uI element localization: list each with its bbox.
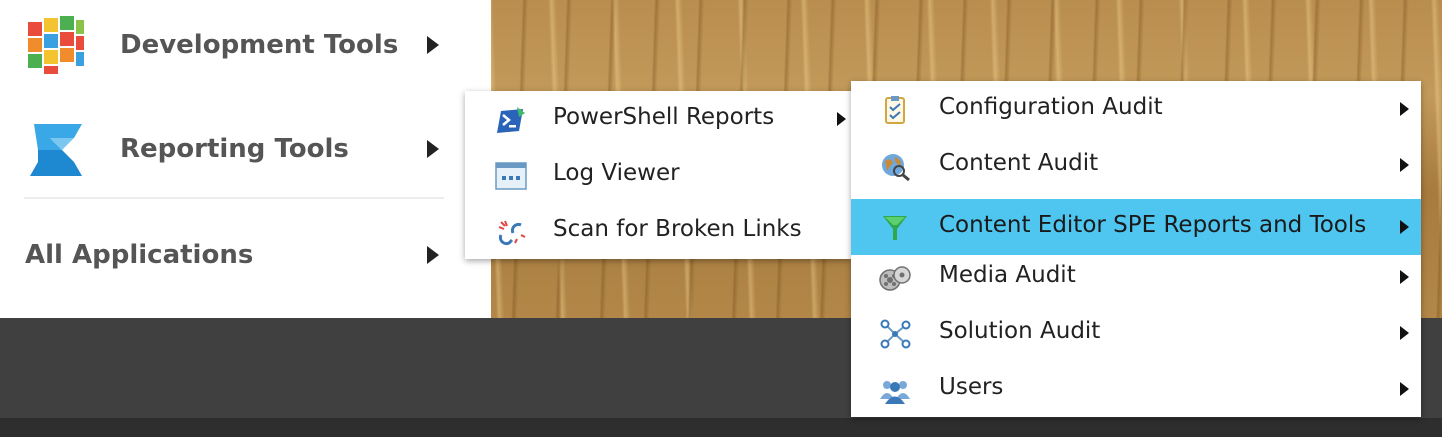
submenu-arrow-icon (837, 112, 846, 126)
menu-item-label: Development Tools (120, 30, 399, 60)
submenu-item-configuration-audit[interactable]: Configuration Audit (851, 81, 1421, 137)
menu-item-label: All Applications (25, 240, 254, 270)
submenu-arrow-icon (427, 140, 439, 158)
menu-item-reporting-tools[interactable]: Reporting Tools (0, 99, 491, 199)
menu-item-development-tools[interactable]: Development Tools (0, 0, 491, 95)
menu-divider (24, 197, 444, 199)
submenu-arrow-icon (1400, 158, 1409, 172)
submenu-item-label: Users (939, 374, 1004, 400)
submenu-item-label: Content Audit (939, 150, 1099, 176)
submenu-item-powershell-reports[interactable]: PowerShell Reports (465, 91, 851, 147)
globe-search-icon (882, 154, 910, 181)
submenu-item-label: Content Editor SPE Reports and Tools (939, 212, 1367, 238)
submenu-arrow-icon (1400, 220, 1409, 234)
powershell-icon (497, 107, 525, 133)
submenu-arrow-icon (1400, 382, 1409, 396)
reporting-tools-icon (30, 124, 82, 176)
funnel-icon (883, 216, 907, 240)
submenu-item-users[interactable]: Users (851, 361, 1421, 417)
submenu-arrow-icon (1400, 270, 1409, 284)
taskbar-bottom-strip (0, 418, 1442, 437)
film-reels-icon (879, 266, 911, 291)
submenu-item-scan-broken-links[interactable]: Scan for Broken Links (465, 203, 851, 259)
development-tools-cube-icon (28, 16, 84, 74)
submenu-item-label: Media Audit (939, 262, 1076, 288)
menu-item-all-applications[interactable]: All Applications (0, 205, 491, 305)
submenu-item-content-editor-spe-reports[interactable]: Content Editor SPE Reports and Tools (851, 199, 1421, 255)
submenu-arrow-icon (427, 246, 439, 264)
network-nodes-icon (880, 319, 911, 349)
users-group-icon (880, 381, 910, 404)
submenu-arrow-icon (427, 36, 439, 54)
log-viewer-icon (495, 162, 527, 190)
submenu-item-label: Log Viewer (553, 160, 680, 186)
start-menu-panel: Development Tools Reporting Tools All Ap… (0, 0, 491, 318)
reporting-tools-submenu: PowerShell Reports Log Viewer Scan for B… (465, 91, 851, 259)
powershell-reports-submenu: Configuration Audit Content Audit Conten… (851, 81, 1421, 417)
submenu-item-label: Scan for Broken Links (553, 216, 802, 242)
submenu-item-label: Solution Audit (939, 318, 1101, 344)
submenu-arrow-icon (1400, 326, 1409, 340)
submenu-item-label: PowerShell Reports (553, 104, 775, 130)
menu-item-label: Reporting Tools (120, 134, 349, 164)
submenu-item-solution-audit[interactable]: Solution Audit (851, 305, 1421, 361)
clipboard-check-icon (885, 96, 905, 124)
submenu-item-log-viewer[interactable]: Log Viewer (465, 147, 851, 203)
submenu-arrow-icon (1400, 102, 1409, 116)
submenu-item-label: Configuration Audit (939, 94, 1163, 120)
submenu-item-content-audit[interactable]: Content Audit (851, 137, 1421, 193)
submenu-item-media-audit[interactable]: Media Audit (851, 249, 1421, 305)
broken-link-icon (498, 220, 526, 246)
